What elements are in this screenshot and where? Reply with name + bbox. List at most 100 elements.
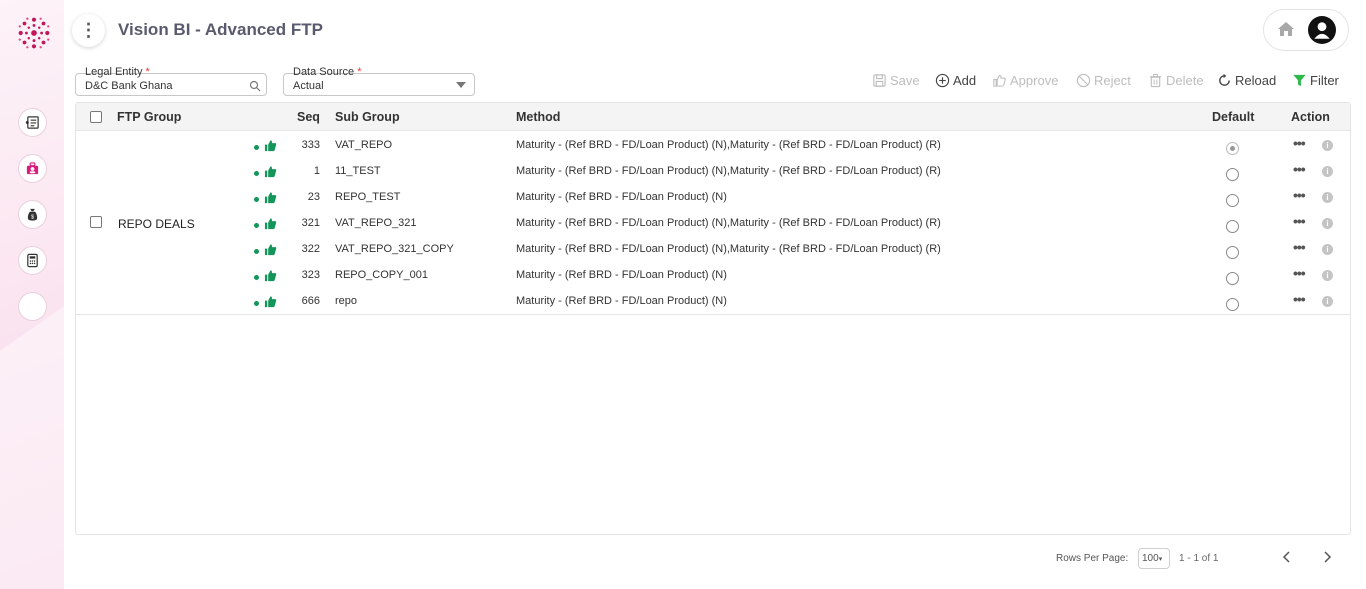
method-cell: Maturity - (Ref BRD - FD/Loan Product) (… [516, 165, 941, 177]
info-icon[interactable]: i [1322, 166, 1333, 177]
default-radio[interactable] [1226, 272, 1239, 285]
user-icon [1314, 22, 1330, 39]
approved-thumbs-up-icon [264, 270, 277, 282]
table-row[interactable]: 323 REPO_COPY_001 Maturity - (Ref BRD - … [76, 262, 1350, 288]
chevron-right-icon [1324, 551, 1332, 563]
table-row[interactable]: 333 VAT_REPO Maturity - (Ref BRD - FD/Lo… [76, 132, 1350, 158]
add-label: Add [953, 73, 977, 88]
reload-button[interactable]: Reload [1217, 73, 1276, 88]
sidebar-item-finance[interactable]: $ [18, 200, 47, 229]
info-icon[interactable]: i [1322, 244, 1333, 255]
table-row[interactable]: 321 VAT_REPO_321 Maturity - (Ref BRD - F… [76, 210, 1350, 236]
approved-thumbs-up-icon [264, 218, 277, 230]
more-actions-icon[interactable]: ••• [1293, 213, 1306, 229]
method-cell: Maturity - (Ref BRD - FD/Loan Product) (… [516, 139, 941, 151]
previous-page-button[interactable] [1282, 550, 1292, 567]
status-dot [254, 275, 259, 280]
info-icon[interactable]: i [1322, 192, 1333, 203]
required-mark: * [145, 66, 150, 78]
info-icon[interactable]: i [1322, 218, 1333, 229]
header-method[interactable]: Method [516, 110, 560, 124]
seq-cell: 321 [301, 217, 320, 229]
header-ftp-group[interactable]: FTP Group [117, 110, 181, 124]
table-divider [76, 314, 1350, 315]
sidebar-item-calculator[interactable] [18, 246, 47, 275]
document-list-icon [25, 116, 39, 129]
approved-thumbs-up-icon [264, 166, 277, 178]
seq-cell: 666 [301, 295, 320, 307]
info-icon[interactable]: i [1322, 296, 1333, 307]
add-button[interactable]: Add [935, 73, 976, 88]
thumbs-up-icon [993, 74, 1006, 87]
status-dot [254, 223, 259, 228]
filter-button[interactable]: Filter [1292, 73, 1339, 88]
search-icon[interactable] [249, 80, 261, 92]
default-radio[interactable] [1226, 142, 1239, 155]
add-circle-icon [935, 73, 950, 88]
filter-label: Filter [1310, 73, 1339, 88]
caret-down-icon: ▾ [1158, 556, 1163, 563]
pagination-range: 1 - 1 of 1 [1179, 553, 1219, 564]
home-button[interactable] [1276, 19, 1296, 42]
default-radio[interactable] [1226, 246, 1239, 259]
select-all-checkbox[interactable] [90, 111, 102, 123]
method-cell: Maturity - (Ref BRD - FD/Loan Product) (… [516, 269, 727, 281]
legal-entity-value: D&C Bank Ghana [85, 80, 173, 92]
save-button[interactable]: Save [872, 73, 920, 88]
table-row[interactable]: 666 repo Maturity - (Ref BRD - FD/Loan P… [76, 288, 1350, 314]
table-row[interactable]: 23 REPO_TEST Maturity - (Ref BRD - FD/Lo… [76, 184, 1350, 210]
sub-group-cell: REPO_COPY_001 [335, 269, 428, 281]
more-actions-icon[interactable]: ••• [1293, 239, 1306, 255]
ftp-table: FTP Group Seq Sub Group Method Default A… [75, 102, 1351, 535]
block-icon [1076, 73, 1091, 88]
home-icon [1278, 21, 1294, 36]
more-actions-icon[interactable]: ••• [1293, 187, 1306, 203]
info-icon[interactable]: i [1322, 270, 1333, 281]
save-icon [873, 74, 886, 87]
info-icon[interactable]: i [1322, 140, 1333, 151]
approve-label: Approve [1010, 73, 1059, 88]
more-actions-icon[interactable]: ••• [1293, 291, 1306, 307]
seq-cell: 323 [301, 269, 320, 281]
more-actions-icon[interactable]: ••• [1293, 135, 1306, 151]
rows-per-page-select[interactable]: 100▾ [1138, 548, 1170, 569]
sub-group-cell: repo [335, 295, 358, 307]
sub-group-cell: VAT_REPO_321_COPY [335, 243, 454, 255]
avatar[interactable] [1308, 16, 1336, 44]
legal-entity-label: Legal Entity [85, 66, 143, 78]
sidebar-item-blank[interactable] [18, 292, 47, 321]
delete-button[interactable]: Delete [1148, 73, 1204, 88]
method-cell: Maturity - (Ref BRD - FD/Loan Product) (… [516, 191, 727, 203]
method-cell: Maturity - (Ref BRD - FD/Loan Product) (… [516, 295, 727, 307]
save-label: Save [890, 73, 920, 88]
method-cell: Maturity - (Ref BRD - FD/Loan Product) (… [516, 217, 941, 229]
approve-button[interactable]: Approve [992, 73, 1058, 88]
sub-group-cell: VAT_REPO_321 [335, 217, 417, 229]
table-row[interactable]: 322 VAT_REPO_321_COPY Maturity - (Ref BR… [76, 236, 1350, 262]
more-menu-button[interactable]: ⋮ [72, 14, 105, 47]
required-mark: * [357, 66, 362, 78]
header-sub-group[interactable]: Sub Group [335, 110, 400, 124]
header-seq[interactable]: Seq [297, 110, 320, 124]
status-dot [254, 249, 259, 254]
next-page-button[interactable] [1322, 550, 1332, 567]
sidebar-item-documents[interactable] [18, 108, 47, 137]
table-row[interactable]: 1 11_TEST Maturity - (Ref BRD - FD/Loan … [76, 158, 1350, 184]
seq-cell: 333 [301, 139, 320, 151]
user-controls [1263, 9, 1349, 51]
default-radio[interactable] [1226, 298, 1239, 311]
chevron-down-icon[interactable] [456, 82, 466, 88]
seq-cell: 322 [301, 243, 320, 255]
more-actions-icon[interactable]: ••• [1293, 161, 1306, 177]
approved-thumbs-up-icon [264, 296, 277, 308]
default-radio[interactable] [1226, 168, 1239, 181]
table-header: FTP Group Seq Sub Group Method Default A… [76, 103, 1350, 131]
more-actions-icon[interactable]: ••• [1293, 265, 1306, 281]
default-radio[interactable] [1226, 194, 1239, 207]
approved-thumbs-up-icon [264, 140, 277, 152]
calculator-icon [27, 253, 38, 268]
header-default[interactable]: Default [1212, 110, 1254, 124]
sidebar-item-users[interactable] [18, 154, 47, 183]
reject-button[interactable]: Reject [1076, 73, 1131, 88]
default-radio[interactable] [1226, 220, 1239, 233]
